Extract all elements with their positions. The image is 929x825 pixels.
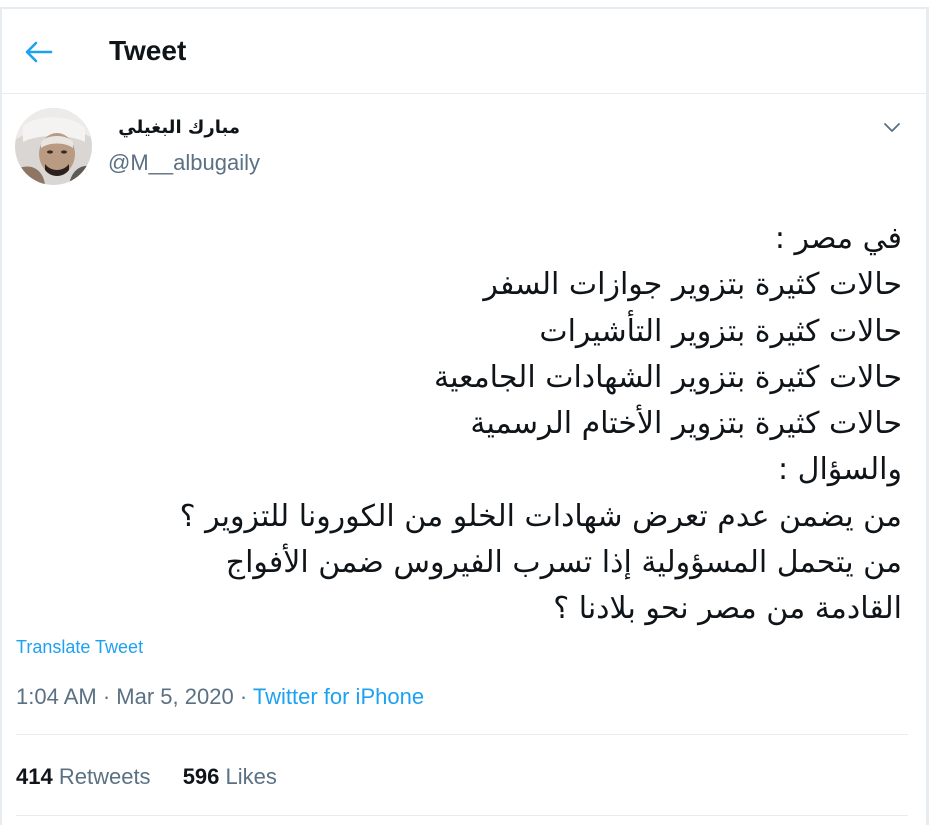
author-name[interactable]: مبارك البغيلي (118, 117, 240, 138)
divider (16, 815, 908, 816)
tweet-source-link[interactable]: Twitter for iPhone (253, 684, 424, 709)
page-title: Tweet (109, 35, 187, 66)
avatar[interactable] (15, 108, 92, 185)
author-handle[interactable]: @M__albugaily (108, 150, 260, 176)
tweet-text: في مصر : حالات كثيرة بتزوير جوازات السفر… (12, 216, 902, 633)
tweet-stats: 414 Retweets 596 Likes (16, 764, 277, 790)
likes-stat[interactable]: 596 Likes (183, 764, 277, 789)
tweet-meta: 1:04 AM · Mar 5, 2020 · Twitter for iPho… (16, 684, 424, 710)
meta-separator: · (102, 684, 111, 709)
tweet-line: من يتحمل المسؤولية إذا تسرب الفيروس ضمن … (225, 545, 902, 581)
back-button[interactable] (16, 29, 62, 75)
window-left-border (0, 7, 2, 825)
tweet-menu-button[interactable] (878, 116, 906, 140)
tweet-line: حالات كثيرة بتزوير الشهادات الجامعية (434, 359, 902, 395)
likes-label: Likes (225, 764, 277, 789)
window-top-border (0, 0, 929, 9)
translate-tweet-link[interactable]: Translate Tweet (16, 637, 143, 658)
tweet-time[interactable]: 1:04 AM (16, 684, 97, 709)
retweets-count: 414 (16, 764, 53, 789)
retweets-label: Retweets (58, 764, 151, 789)
retweets-stat[interactable]: 414 Retweets (16, 764, 157, 789)
avatar-image (15, 108, 92, 185)
meta-separator: · (239, 684, 248, 709)
tweet-line: من يضمن عدم تعرض شهادات الخلو من الكورون… (179, 498, 902, 534)
divider (16, 734, 908, 735)
tweet-line: حالات كثيرة بتزوير الأختام الرسمية (470, 406, 902, 442)
tweet-line: في مصر : (774, 221, 902, 256)
chevron-down-icon (884, 123, 900, 132)
tweet-line: والسؤال : (778, 452, 902, 488)
page-header: Tweet (2, 9, 926, 94)
tweet-date[interactable]: Mar 5, 2020 (116, 684, 233, 709)
arrow-left-icon (25, 41, 53, 63)
tweet-line: حالات كثيرة بتزوير التأشيرات (539, 313, 902, 349)
tweet-line: القادمة من مصر نحو بلادنا ؟ (553, 591, 902, 627)
tweet-line: حالات كثيرة بتزوير جوازات السفر (483, 267, 902, 303)
likes-count: 596 (182, 764, 220, 789)
